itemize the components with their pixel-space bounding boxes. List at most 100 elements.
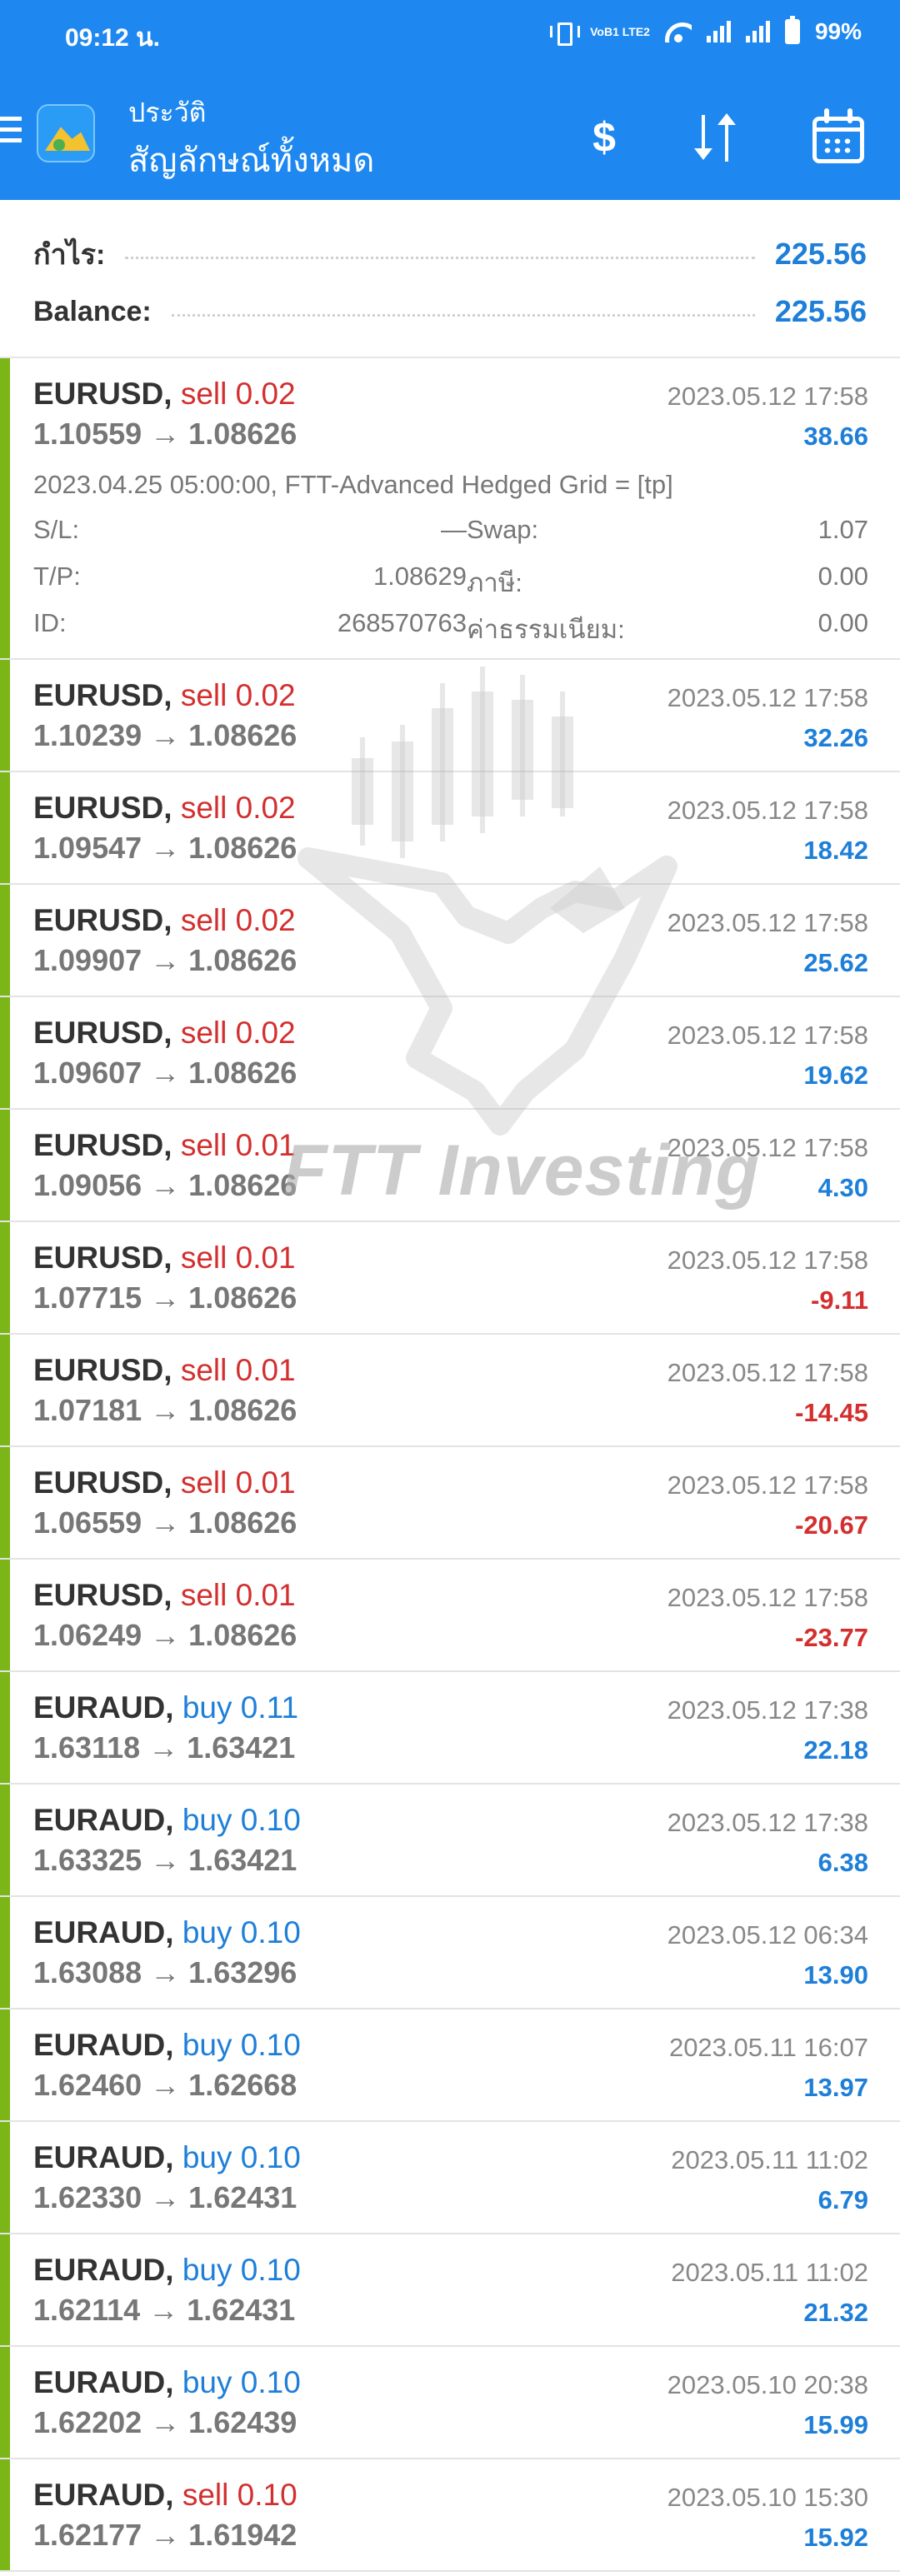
profit-label: กำไร: — [33, 239, 106, 271]
trade-symbol: EURUSD, sell 0.01 — [33, 1465, 296, 1500]
trade-prices: 1.07181 → 1.08626 — [33, 1393, 297, 1428]
trade-profit: 22.18 — [803, 1735, 868, 1765]
trade-date: 2023.05.12 17:58 — [667, 1358, 868, 1387]
app-header: 09:12 น. VoB1 LTE2 99% ประวัติ สัญลักษณ์… — [0, 0, 900, 200]
open-price: 1.09547 — [33, 831, 142, 865]
close-price: 1.08626 — [188, 1281, 298, 1315]
trade-side: sell 0.10 — [182, 2478, 298, 2512]
trade-indicator-bar — [0, 1222, 10, 1333]
close-price: 1.08626 — [188, 943, 298, 977]
trade-date: 2023.05.12 17:38 — [667, 1808, 868, 1837]
summary-panel: กำไร: 225.56 Balance: 225.56 — [0, 200, 900, 358]
trade-row[interactable]: EURAUD, buy 0.10 1.62330 → 1.62431 2023.05… — [0, 2122, 900, 2234]
trade-row[interactable]: EURUSD, sell 0.01 1.06249 → 1.08626 2023.0… — [0, 1560, 900, 1672]
trade-indicator-bar — [0, 2122, 10, 2233]
arrow-icon: → — [150, 1393, 181, 1427]
trade-profit: 15.92 — [803, 2523, 868, 2552]
symbol-filter-title[interactable]: สัญลักษณ์ทั้งหมด — [128, 133, 374, 187]
trade-row[interactable]: EURUSD, sell 0.01 1.07715 → 1.08626 2023.0… — [0, 1222, 900, 1335]
trade-row[interactable]: EURAUD, buy 0.10 1.63088 → 1.63296 2023.05… — [0, 1897, 900, 2009]
close-price: 1.08626 — [188, 1618, 298, 1652]
trade-row[interactable]: EURAUD, sell 0.10 1.62177 → 1.61942 2023.0… — [0, 2459, 900, 2572]
trade-date: 2023.05.12 17:58 — [667, 382, 868, 411]
trade-date: 2023.05.12 17:58 — [667, 1246, 868, 1275]
close-price: 1.08626 — [188, 831, 298, 865]
close-price: 1.08626 — [188, 1056, 298, 1090]
trade-indicator-bar — [0, 2234, 10, 2345]
trade-side: buy 0.10 — [182, 1803, 301, 1837]
trade-row[interactable]: EURUSD, sell 0.02 1.09607 → 1.08626 2023.0… — [0, 997, 900, 1110]
trade-row[interactable]: EURAUD, buy 0.10 1.63325 → 1.63421 2023.05… — [0, 1785, 900, 1897]
trade-row[interactable]: EURUSD, sell 0.02 1.09547 → 1.08626 2023.0… — [0, 772, 900, 885]
arrow-icon: → — [150, 718, 181, 752]
close-price: 1.08626 — [188, 1505, 298, 1540]
trade-indicator-bar — [0, 997, 10, 1108]
status-bar: 09:12 น. VoB1 LTE2 99% — [0, 0, 900, 73]
trade-row[interactable]: EURUSD, sell 0.02 1.09907 → 1.08626 2023.0… — [0, 885, 900, 997]
arrow-icon: → — [150, 1843, 181, 1877]
trade-prices: 1.06559 → 1.08626 — [33, 1505, 297, 1540]
close-price: 1.62431 — [187, 2293, 296, 2327]
trade-indicator-bar — [0, 1897, 10, 2008]
arrow-icon: → — [148, 2293, 179, 2327]
open-price: 1.06559 — [33, 1505, 142, 1540]
trade-prices: 1.62177 → 1.61942 — [33, 2518, 297, 2553]
trade-date: 2023.05.12 17:58 — [667, 1470, 868, 1500]
open-price: 1.63325 — [33, 1843, 142, 1877]
trade-profit: 13.97 — [803, 2073, 868, 2102]
trade-row[interactable]: EURUSD, sell 0.01 1.06559 → 1.08626 2023.0… — [0, 1447, 900, 1560]
trade-side: sell 0.01 — [180, 1353, 296, 1387]
arrow-icon: → — [150, 1281, 181, 1315]
status-icons: VoB1 LTE2 99% — [550, 16, 862, 46]
trade-side: sell 0.02 — [180, 1016, 296, 1050]
trade-row[interactable]: EURUSD, sell 0.02 1.10559 → 1.08626 2023.0… — [0, 358, 900, 660]
trade-row[interactable]: EURAUD, buy 0.10 1.62114 → 1.62431 2023.05… — [0, 2234, 900, 2347]
arrow-icon: → — [150, 1168, 181, 1202]
trade-side: sell 0.01 — [180, 1578, 296, 1612]
trade-comment: 2023.04.25 05:00:00, FTT-Advanced Hedged… — [33, 470, 673, 499]
trade-prices: 1.62202 → 1.62439 — [33, 2405, 297, 2440]
tax-label: ภาษี: — [467, 568, 522, 597]
profit-row: กำไร: 225.56 — [33, 229, 867, 279]
trade-indicator-bar — [0, 885, 10, 996]
calendar-button[interactable] — [812, 108, 871, 167]
close-price: 1.08626 — [188, 1393, 298, 1427]
trade-symbol: EURUSD, sell 0.01 — [33, 1353, 296, 1387]
trade-date: 2023.05.11 11:02 — [671, 2145, 868, 2174]
trade-profit: 19.62 — [803, 1061, 868, 1090]
open-price: 1.63118 — [33, 1730, 141, 1765]
trade-row[interactable]: EURUSD, sell 0.01 1.07181 → 1.08626 2023.0… — [0, 1335, 900, 1447]
tp-value: 1.08629 — [372, 562, 467, 591]
open-price: 1.62202 — [33, 2405, 142, 2439]
open-price: 1.07181 — [33, 1393, 142, 1427]
trade-side: buy 0.10 — [182, 1915, 301, 1949]
open-price: 1.09907 — [33, 943, 142, 977]
close-price: 1.61942 — [188, 2518, 298, 2552]
app-logo — [37, 104, 95, 162]
sort-button[interactable] — [692, 108, 750, 167]
trade-indicator-bar — [0, 1447, 10, 1558]
trade-profit: -23.77 — [795, 1623, 868, 1652]
trade-profit: 21.32 — [803, 2298, 868, 2327]
battery-level: 99% — [814, 18, 862, 44]
open-price: 1.07715 — [33, 1281, 142, 1315]
trade-prices: 1.63118 → 1.63421 — [33, 1730, 295, 1765]
fee-label: ค่าธรรมเนียม: — [467, 615, 625, 644]
deposit-filter-button[interactable]: $ — [575, 108, 633, 167]
menu-icon[interactable] — [0, 117, 22, 150]
trade-side: sell 0.02 — [180, 791, 296, 825]
tax-value: 0.00 — [818, 562, 868, 591]
trade-date: 2023.05.10 15:30 — [667, 2483, 868, 2512]
trade-row[interactable]: EURAUD, buy 0.10 1.62460 → 1.62668 2023.05… — [0, 2009, 900, 2122]
arrow-icon: → — [150, 2068, 181, 2102]
close-price: 1.63421 — [188, 1843, 298, 1877]
trade-row[interactable]: EURUSD, sell 0.02 1.10239 → 1.08626 2023.0… — [0, 660, 900, 772]
status-time: 09:12 น. — [65, 24, 160, 52]
trade-row[interactable]: EURAUD, buy 0.11 1.63118 → 1.63421 2023.05… — [0, 1672, 900, 1785]
close-price: 1.08626 — [188, 1168, 298, 1202]
trade-prices: 1.63325 → 1.63421 — [33, 1843, 297, 1878]
trade-row[interactable]: EURAUD, buy 0.10 1.62202 → 1.62439 2023.05… — [0, 2347, 900, 2459]
open-price: 1.10559 — [33, 417, 142, 451]
close-price: 1.08626 — [188, 718, 298, 752]
trade-prices: 1.07715 → 1.08626 — [33, 1281, 297, 1315]
